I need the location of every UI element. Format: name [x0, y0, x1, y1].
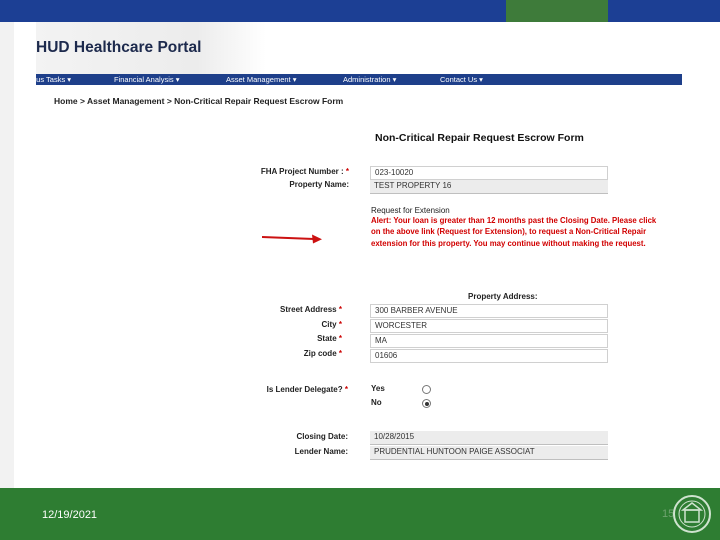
portal-header: HUD Healthcare Portal — [36, 22, 266, 74]
form-title: Non-Critical Repair Request Escrow Form — [375, 132, 584, 144]
closing-date-label: Closing Date: — [296, 432, 348, 441]
zip-code-label: Zip code * — [303, 349, 342, 358]
nav-item-contact-us[interactable]: Contact Us ▾ — [440, 74, 483, 85]
fha-project-number-label: FHA Project Number : * — [260, 167, 349, 176]
main-nav: ous Tasks ▾ Financial Analysis ▾ Asset M… — [36, 74, 682, 85]
nav-item-administration[interactable]: Administration ▾ — [343, 74, 396, 85]
property-address-heading: Property Address: — [468, 292, 538, 301]
slide-left-strip — [0, 22, 14, 488]
street-address-label: Street Address * — [280, 305, 342, 314]
property-name-label: Property Name: — [289, 180, 349, 189]
slide-top-accent — [506, 0, 608, 22]
red-arrow-icon — [262, 234, 322, 244]
lender-delegate-yes-label: Yes — [371, 384, 385, 393]
footer-date: 12/19/2021 — [42, 509, 98, 521]
lender-delegate-no-label: No — [371, 398, 382, 407]
state-field[interactable]: MA — [370, 334, 608, 348]
nav-item-financial-analysis[interactable]: Financial Analysis ▾ — [114, 74, 179, 85]
breadcrumb: Home > Asset Management > Non-Critical R… — [54, 96, 344, 106]
lender-name-field: PRUDENTIAL HUNTOON PAIGE ASSOCIAT — [370, 446, 608, 460]
lender-delegate-yes-radio[interactable] — [422, 385, 431, 394]
lender-delegate-label: Is Lender Delegate? * — [266, 385, 348, 394]
city-label: City * — [321, 320, 342, 329]
request-for-extension-link[interactable]: Request for Extension — [371, 206, 450, 215]
portal-screenshot: HUD Healthcare Portal ous Tasks ▾ Financ… — [36, 22, 682, 482]
slide-top-bar — [0, 0, 720, 22]
fha-project-number-field[interactable]: 023-10020 — [370, 166, 608, 180]
lender-name-label: Lender Name: — [294, 447, 348, 456]
portal-title: HUD Healthcare Portal — [36, 39, 202, 56]
property-name-field[interactable]: TEST PROPERTY 16 — [370, 180, 608, 194]
zip-code-field[interactable]: 01606 — [370, 349, 608, 363]
city-field[interactable]: WORCESTER — [370, 319, 608, 333]
nav-item-tasks[interactable]: ous Tasks ▾ — [36, 74, 71, 85]
loan-alert-message: Alert: Your loan is greater than 12 mont… — [371, 216, 657, 248]
state-label: State * — [317, 334, 342, 343]
closing-date-field: 10/28/2015 — [370, 431, 608, 445]
hud-seal-icon — [673, 495, 711, 533]
street-address-field[interactable]: 300 BARBER AVENUE — [370, 304, 608, 318]
nav-item-asset-management[interactable]: Asset Management ▾ — [226, 74, 296, 85]
slide-footer — [0, 488, 720, 540]
lender-delegate-no-radio[interactable] — [422, 399, 431, 408]
